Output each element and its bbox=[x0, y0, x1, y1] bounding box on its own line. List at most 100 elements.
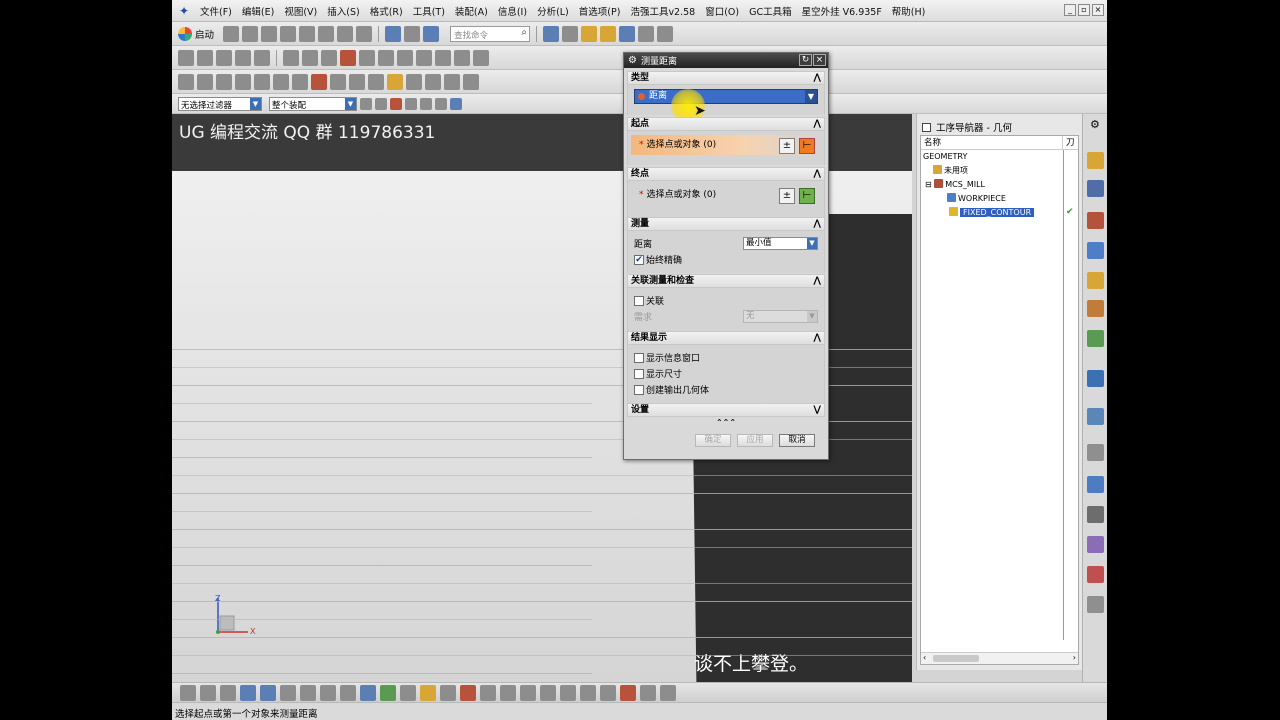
draft-icon[interactable] bbox=[397, 49, 413, 66]
create-operation-icon[interactable] bbox=[254, 73, 270, 90]
restore-icon[interactable]: ▫ bbox=[1078, 4, 1090, 16]
sphere-icon[interactable] bbox=[380, 684, 396, 701]
machine-navigator-icon[interactable] bbox=[1087, 272, 1104, 289]
menu-info[interactable]: 信息(I) bbox=[493, 4, 532, 18]
dialog-close-icon[interactable]: × bbox=[813, 54, 826, 66]
show-icon[interactable] bbox=[540, 684, 556, 701]
curve-icon[interactable] bbox=[280, 684, 296, 701]
menu-tools[interactable]: 工具(T) bbox=[408, 4, 450, 18]
chamfer-icon[interactable] bbox=[359, 49, 375, 66]
arrow-left-icon[interactable] bbox=[240, 684, 256, 701]
rectangle-icon[interactable] bbox=[560, 684, 576, 701]
tree-node-mcs-mill[interactable]: ⊟ MCS_MILL bbox=[925, 179, 985, 191]
pocket-icon[interactable] bbox=[254, 49, 270, 66]
endpoint-icon[interactable] bbox=[405, 97, 417, 110]
bookmark-icon[interactable] bbox=[420, 684, 436, 701]
menu-file[interactable]: 文件(F) bbox=[195, 4, 237, 18]
show-info-window-checkbox[interactable]: 显示信息窗口 bbox=[634, 351, 700, 364]
layer-visibility-icon[interactable] bbox=[480, 684, 496, 701]
move-icon[interactable] bbox=[220, 684, 236, 701]
create-tool-icon[interactable] bbox=[197, 73, 213, 90]
start-section-header[interactable]: 起点 ⋀ bbox=[627, 117, 825, 131]
view-cube-icon[interactable] bbox=[360, 684, 376, 701]
collapse-up-icon[interactable]: ⋀ bbox=[813, 218, 821, 230]
shop-docs-icon[interactable] bbox=[387, 73, 403, 90]
end-section-header[interactable]: 终点 ⋀ bbox=[627, 167, 825, 181]
snap-icon[interactable] bbox=[180, 684, 196, 701]
create-program-icon[interactable] bbox=[178, 73, 194, 90]
view-icon[interactable] bbox=[657, 25, 674, 42]
tree-node-fixed-contour[interactable]: FIXED_CONTOUR bbox=[949, 207, 1035, 219]
display-icon[interactable] bbox=[500, 684, 516, 701]
cancel-button[interactable]: 取消 bbox=[779, 434, 815, 447]
copy-object-icon[interactable] bbox=[444, 73, 460, 90]
command-search-input[interactable]: 查找命令 ⌕ bbox=[450, 25, 531, 42]
end-measure-type-button[interactable]: ⊢ bbox=[799, 188, 815, 204]
search-icon[interactable]: ⌕ bbox=[521, 27, 527, 38]
horizontal-scrollbar[interactable]: ‹ › bbox=[921, 652, 1078, 664]
shell-icon[interactable] bbox=[378, 49, 394, 66]
results-section-header[interactable]: 结果显示 ⋀ bbox=[627, 331, 825, 345]
revolve-icon[interactable] bbox=[197, 49, 213, 66]
gear-icon[interactable]: ⚙ bbox=[628, 55, 637, 66]
settings-section-header[interactable]: 设置 ⋁ bbox=[627, 403, 825, 417]
point-dialog-button[interactable]: ± bbox=[779, 138, 795, 154]
print-icon[interactable] bbox=[280, 25, 297, 42]
save-icon[interactable] bbox=[261, 25, 278, 42]
assembly-navigator-icon[interactable] bbox=[1087, 152, 1104, 169]
start-measure-type-button[interactable]: ⊢ bbox=[799, 138, 815, 154]
menu-assembly[interactable]: 装配(A) bbox=[450, 4, 493, 18]
center-point-icon[interactable] bbox=[435, 97, 447, 110]
extrude-icon[interactable] bbox=[178, 49, 194, 66]
repeat-command-icon[interactable] bbox=[423, 25, 440, 42]
reset-icon[interactable]: ↻ bbox=[799, 54, 812, 66]
body-icon[interactable] bbox=[340, 684, 356, 701]
edge-blend-icon[interactable] bbox=[340, 49, 356, 66]
collapse-up-icon[interactable]: ⋀ bbox=[813, 275, 821, 287]
scrollbar-thumb[interactable] bbox=[933, 655, 979, 662]
point-dialog-button[interactable]: ± bbox=[779, 188, 795, 204]
new-file-icon[interactable] bbox=[223, 25, 240, 42]
collapse-up-icon[interactable]: ⋀ bbox=[813, 332, 821, 344]
machine-tool-view-icon[interactable] bbox=[292, 73, 308, 90]
orient-icon[interactable] bbox=[200, 684, 216, 701]
rotate-icon[interactable] bbox=[619, 25, 636, 42]
more-options-icon[interactable]: ⌃⌃⌃ bbox=[627, 418, 825, 428]
scroll-left-icon[interactable]: ‹ bbox=[923, 653, 926, 662]
menu-view[interactable]: 视图(V) bbox=[279, 4, 322, 18]
copy-icon[interactable] bbox=[318, 25, 335, 42]
history-icon[interactable] bbox=[1087, 408, 1104, 425]
section-icon[interactable] bbox=[400, 684, 416, 701]
paste-object-icon[interactable] bbox=[463, 73, 479, 90]
measure-type-select[interactable]: 距离 ▼ bbox=[634, 89, 818, 104]
trim-body-icon[interactable] bbox=[416, 49, 432, 66]
fit-icon[interactable] bbox=[600, 25, 617, 42]
menu-haoqiang-tools[interactable]: 浩强工具v2.58 bbox=[625, 4, 700, 18]
expand-down-icon[interactable]: ⋁ bbox=[813, 404, 821, 416]
menu-help[interactable]: 帮助(H) bbox=[887, 4, 931, 18]
select-all-icon[interactable] bbox=[360, 97, 372, 110]
stop-icon[interactable] bbox=[620, 684, 636, 701]
create-geometry-icon[interactable] bbox=[216, 73, 232, 90]
program-order-view-icon[interactable] bbox=[273, 73, 289, 90]
always-accurate-checkbox[interactable]: ✔ 始终精确 bbox=[634, 253, 682, 266]
generate-toolpath-icon[interactable] bbox=[311, 73, 327, 90]
ok-button[interactable]: 确定 bbox=[695, 434, 731, 447]
apply-button[interactable]: 应用 bbox=[737, 434, 773, 447]
measurement-section-header[interactable]: 测量 ⋀ bbox=[627, 217, 825, 231]
tree-node-geometry[interactable]: GEOMETRY bbox=[923, 151, 967, 163]
reuse-library-icon[interactable] bbox=[1087, 300, 1104, 317]
hd3d-tools-icon[interactable] bbox=[1087, 330, 1104, 347]
tree-node-workpiece[interactable]: WORKPIECE bbox=[947, 193, 1006, 205]
intersection-point-icon[interactable] bbox=[450, 97, 462, 110]
collapse-up-icon[interactable]: ⋀ bbox=[813, 168, 821, 180]
wireframe-icon[interactable] bbox=[440, 684, 456, 701]
show-dimensions-checkbox[interactable]: 显示尺寸 bbox=[634, 367, 682, 380]
menu-insert[interactable]: 插入(S) bbox=[322, 4, 364, 18]
open-file-icon[interactable] bbox=[242, 25, 259, 42]
boss-icon[interactable] bbox=[235, 49, 251, 66]
collapse-minus-icon[interactable]: ⊟ bbox=[925, 180, 932, 189]
split-body-icon[interactable] bbox=[435, 49, 451, 66]
unite-icon[interactable] bbox=[283, 49, 299, 66]
system-scene-icon[interactable] bbox=[1087, 506, 1104, 523]
